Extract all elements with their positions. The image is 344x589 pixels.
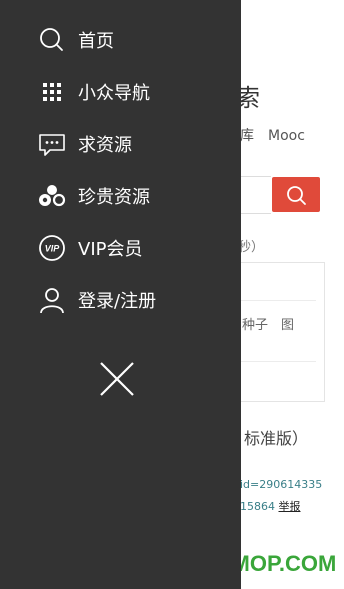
side-drawer: 首页 小众导航 求资源 珍贵资源 VIP VIP会员 登录/注册 (0, 0, 241, 589)
close-drawer-button[interactable] (98, 360, 136, 398)
divider (238, 300, 316, 301)
close-icon (100, 362, 134, 396)
vip-icon: VIP (38, 234, 66, 262)
menu-item-request-resources[interactable]: 求资源 (38, 128, 132, 160)
vip-badge-text: VIP (45, 244, 61, 254)
divider (238, 361, 316, 362)
menu-item-home[interactable]: 首页 (38, 24, 114, 56)
menu-label: 珍贵资源 (78, 187, 150, 208)
menu-item-precious-resources[interactable]: 珍贵资源 (38, 180, 150, 212)
search-button[interactable] (272, 177, 320, 212)
report-link[interactable]: 举报 (279, 500, 301, 513)
search-time-text: 秒） (238, 240, 265, 255)
menu-label: 登录/注册 (78, 291, 157, 312)
link-text[interactable]: 15864 举报 (240, 498, 301, 514)
page-subtitle: 库 Mooc (240, 128, 305, 144)
menu-item-vip[interactable]: VIP VIP会员 (38, 232, 142, 264)
menu-label: 首页 (78, 31, 114, 52)
search-icon (287, 185, 306, 205)
menu-item-navigation[interactable]: 小众导航 (38, 76, 150, 108)
menu-label: VIP会员 (78, 239, 143, 260)
edition-text: 标准版） (244, 429, 309, 448)
link-id-text[interactable]: 15864 (240, 500, 275, 513)
grid-icon (38, 78, 66, 106)
chat-icon (38, 130, 66, 158)
link-text[interactable]: id=290614335 (240, 478, 322, 491)
menu-label: 求资源 (78, 135, 132, 156)
treasure-icon (38, 182, 66, 210)
search-input[interactable] (240, 176, 271, 214)
menu-item-login[interactable]: 登录/注册 (38, 284, 156, 316)
menu-label: 小众导航 (78, 83, 150, 104)
user-icon (38, 286, 66, 314)
search-icon (38, 26, 66, 54)
result-tags[interactable]: 种子 图 (242, 314, 294, 333)
